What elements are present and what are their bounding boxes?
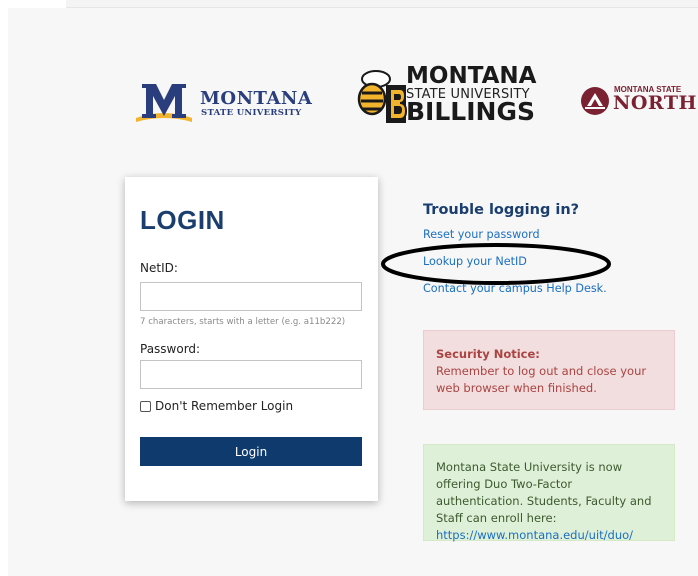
northern-logo-line2: NORTH <box>613 92 697 114</box>
dont-remember-label: Don't Remember Login <box>155 399 294 413</box>
msu-logo-subtitle: STATE UNIVERSITY <box>201 108 302 118</box>
msu-logo-name: MONTANA <box>200 88 313 109</box>
billings-logo-line3: BILLINGS <box>406 97 535 126</box>
yellowjacket-icon <box>357 70 408 123</box>
netid-label: NetID: <box>140 261 178 275</box>
top-bar <box>66 0 698 8</box>
password-label: Password: <box>140 342 201 356</box>
trouble-title: Trouble logging in? <box>423 202 580 218</box>
security-notice-body: Remember to log out and close your web b… <box>436 364 647 395</box>
netid-hint: 7 characters, starts with a letter (e.g.… <box>140 317 346 327</box>
password-input[interactable] <box>140 360 362 389</box>
duo-notice: Montana State University is now offering… <box>423 444 675 542</box>
msu-northern-logo[interactable]: MONTANA STATE NORTH <box>580 82 698 122</box>
duo-link[interactable]: https://www.montana.edu/uit/duo/ <box>436 528 633 542</box>
netid-input[interactable] <box>140 282 362 311</box>
login-card: LOGIN NetID: 7 characters, starts with a… <box>125 177 378 501</box>
msu-m-icon <box>136 84 192 122</box>
northern-seal-icon <box>581 87 609 115</box>
annotation-ellipse <box>381 243 611 285</box>
billings-logo-line1: MONTANA <box>406 63 537 89</box>
msu-logo[interactable]: MONTANA STATE UNIVERSITY <box>134 78 314 124</box>
reset-password-link[interactable]: Reset your password <box>423 228 540 241</box>
dont-remember-checkbox[interactable] <box>140 400 151 412</box>
msu-billings-logo[interactable]: MONTANA STATE UNIVERSITY BILLINGS <box>356 63 541 130</box>
dont-remember-login[interactable]: Don't Remember Login <box>140 399 293 413</box>
login-button[interactable]: Login <box>140 437 362 466</box>
duo-notice-body: Montana State University is now offering… <box>436 460 652 525</box>
security-notice-heading: Security Notice: <box>436 347 540 361</box>
login-title: LOGIN <box>140 205 225 235</box>
security-notice: Security Notice: Remember to log out and… <box>423 330 675 410</box>
